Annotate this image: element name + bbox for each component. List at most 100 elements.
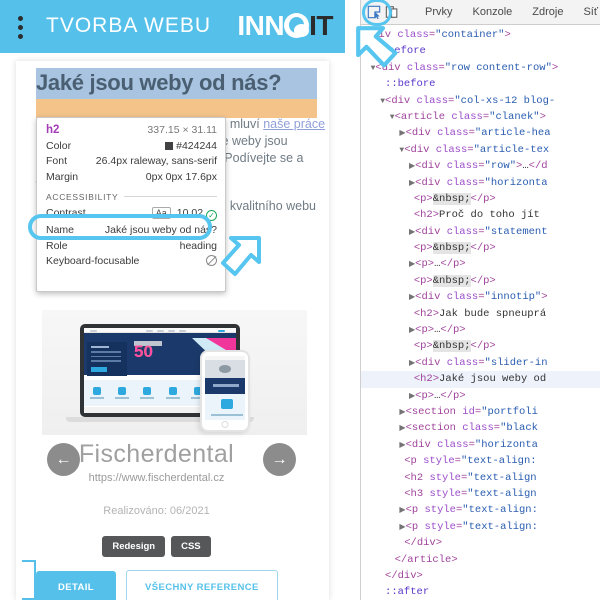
tree-twisty-icon[interactable]: ▼ bbox=[361, 146, 404, 155]
reference-tags: Redesign CSS bbox=[36, 536, 277, 557]
tree-twisty-icon[interactable]: ▶ bbox=[361, 228, 415, 237]
accessibility-label: ACCESSIBILITY bbox=[46, 191, 119, 202]
dom-tree-row[interactable]: ▼<div class="col-xs-12 blog- bbox=[361, 93, 600, 109]
dom-tree-row[interactable]: ▶<p>…</p> bbox=[361, 322, 600, 338]
tree-twisty-icon[interactable] bbox=[361, 211, 414, 220]
dom-tree-row[interactable]: ::before bbox=[361, 76, 600, 92]
all-references-button[interactable]: VŠECHNY REFERENCE bbox=[126, 570, 278, 600]
dom-tree-row[interactable]: <p>&nbsp;</p> bbox=[361, 240, 600, 256]
dom-tree-row[interactable]: ▶<section class="black bbox=[361, 420, 600, 436]
dom-tree-row[interactable]: <p style="text-align: bbox=[361, 453, 600, 469]
dom-tree-row[interactable]: ▶<div class="innotip"> bbox=[361, 289, 600, 305]
tooltip-tag-name: h2 bbox=[46, 124, 60, 136]
tree-twisty-icon[interactable] bbox=[361, 588, 385, 597]
tree-twisty-icon[interactable] bbox=[361, 539, 404, 548]
dom-tree-row[interactable]: <p>&nbsp;</p> bbox=[361, 273, 600, 289]
innoit-logo[interactable]: INN IT bbox=[237, 10, 333, 42]
tooltip-margin-value: 0px 0px 17.6px bbox=[145, 170, 217, 183]
dom-tree-row[interactable]: ▼<article class="clanek"> bbox=[361, 109, 600, 125]
dom-tree-row[interactable]: ▶<p style="text-align: bbox=[361, 519, 600, 535]
tree-twisty-icon[interactable] bbox=[361, 490, 404, 499]
logo-o-icon bbox=[284, 13, 310, 38]
tree-twisty-icon[interactable]: ▶ bbox=[361, 424, 405, 433]
reference-url[interactable]: https://www.fischerdental.cz bbox=[36, 472, 277, 484]
tree-twisty-icon[interactable]: ▶ bbox=[361, 392, 415, 401]
dom-tree-row[interactable]: ::before bbox=[361, 43, 600, 59]
tree-twisty-icon[interactable]: ▶ bbox=[361, 359, 415, 368]
tooltip-header-row: h2 337.15 × 31.11 bbox=[46, 124, 217, 136]
tree-twisty-icon[interactable] bbox=[361, 457, 404, 466]
tree-twisty-icon[interactable] bbox=[361, 80, 385, 89]
reference-title: Fischerdental bbox=[78, 440, 235, 468]
tree-twisty-icon[interactable]: ▶ bbox=[361, 162, 415, 171]
tree-twisty-icon[interactable]: ▶ bbox=[361, 441, 405, 450]
tooltip-focusable-row: Keyboard-focusable bbox=[46, 255, 217, 267]
dom-tree-row[interactable]: ::after bbox=[361, 584, 600, 600]
tree-twisty-icon[interactable] bbox=[361, 342, 414, 351]
dom-tree-row[interactable]: <p>&nbsp;</p> bbox=[361, 191, 600, 207]
dom-tree-row[interactable]: ▼<div class="container"> bbox=[361, 27, 600, 43]
dom-tree-row[interactable]: ▶<div class="horizonta bbox=[361, 175, 600, 191]
dom-tree-row[interactable]: ▶<div class="row">…</d bbox=[361, 158, 600, 174]
contrast-ratio: 10.02 bbox=[176, 206, 204, 219]
tree-twisty-icon[interactable]: ▶ bbox=[361, 179, 415, 188]
dom-tree-row[interactable]: ▶<div class="slider-in bbox=[361, 355, 600, 371]
dom-tree-row[interactable]: </div> bbox=[361, 568, 600, 584]
tree-twisty-icon[interactable]: ▶ bbox=[361, 129, 405, 138]
tree-twisty-icon[interactable] bbox=[361, 244, 414, 253]
tooltip-dimensions: 337.15 × 31.11 bbox=[147, 124, 217, 136]
dom-tree-row[interactable]: </article> bbox=[361, 552, 600, 568]
tree-twisty-icon[interactable]: ▶ bbox=[361, 293, 415, 302]
tree-twisty-icon[interactable] bbox=[361, 47, 375, 56]
logo-suffix: IT bbox=[309, 10, 333, 41]
dom-tree-row[interactable]: ▶<div class="statement bbox=[361, 224, 600, 240]
detail-button[interactable]: DETAIL bbox=[36, 571, 116, 600]
device-toolbar-icon[interactable] bbox=[385, 3, 399, 22]
tree-twisty-icon[interactable] bbox=[361, 375, 414, 384]
tree-twisty-icon[interactable]: ▶ bbox=[361, 326, 415, 335]
tree-twisty-icon[interactable]: ▼ bbox=[361, 113, 395, 122]
our-work-link[interactable]: naše práce bbox=[263, 117, 325, 131]
tree-twisty-icon[interactable] bbox=[361, 572, 385, 581]
tab-prvky[interactable]: Prvky bbox=[417, 0, 461, 25]
dom-tree-row[interactable]: ▶<section id="portfoli bbox=[361, 404, 600, 420]
dom-tree-row[interactable]: <h2 style="text-align bbox=[361, 470, 600, 486]
tree-twisty-icon[interactable]: ▼ bbox=[361, 64, 376, 73]
dom-tree-row[interactable]: ▶<p style="text-align: bbox=[361, 502, 600, 518]
dom-tree-row[interactable]: ▶<div class="horizonta bbox=[361, 437, 600, 453]
dom-tree-row[interactable]: <h2>Jaké jsou weby od bbox=[361, 371, 600, 388]
aa-badge: Aa bbox=[151, 206, 171, 219]
tree-twisty-icon[interactable]: ▶ bbox=[361, 506, 405, 515]
tree-twisty-icon[interactable]: ▶ bbox=[361, 408, 405, 417]
tab-konzole[interactable]: Konzole bbox=[465, 0, 521, 25]
dom-tree-row[interactable]: ▶<p>…</p> bbox=[361, 256, 600, 272]
tree-twisty-icon[interactable] bbox=[361, 195, 414, 204]
tab-sit[interactable]: Síť bbox=[575, 0, 600, 25]
dom-tree-row[interactable]: ▼<div class="article-tex bbox=[361, 142, 600, 158]
kebab-menu-icon[interactable] bbox=[18, 16, 23, 39]
dom-tree-row[interactable]: <p>&nbsp;</p> bbox=[361, 338, 600, 354]
tooltip-font-value: 26.4px raleway, sans-serif bbox=[95, 155, 217, 167]
tooltip-color-hex: #424244 bbox=[176, 139, 217, 152]
dom-tree-row[interactable]: </div> bbox=[361, 535, 600, 551]
dom-tree-row[interactable]: <h2>Proč do toho jít bbox=[361, 207, 600, 223]
tree-twisty-icon[interactable] bbox=[361, 277, 414, 286]
dom-tree-row[interactable]: ▶<div class="article-hea bbox=[361, 125, 600, 141]
dom-tree-row[interactable]: <h3 style="text-align bbox=[361, 486, 600, 502]
dom-tree-row[interactable]: ▶<p>…</p> bbox=[361, 388, 600, 404]
inspect-element-glyph bbox=[367, 5, 381, 19]
tree-twisty-icon[interactable]: ▶ bbox=[361, 523, 405, 532]
tree-twisty-icon[interactable]: ▼ bbox=[361, 97, 385, 106]
contrast-value-group: Aa 10.02 ✓ bbox=[151, 206, 217, 221]
tree-twisty-icon[interactable] bbox=[361, 474, 404, 483]
inspect-element-icon[interactable] bbox=[367, 3, 381, 22]
tree-twisty-icon[interactable] bbox=[361, 556, 395, 565]
devtools-toolbar: Prvky Konzole Zdroje Síť bbox=[361, 0, 600, 26]
dom-tree-row[interactable]: ▼<div class="row content-row"> bbox=[361, 60, 600, 76]
tree-twisty-icon[interactable]: ▶ bbox=[361, 260, 415, 269]
dom-tree-row[interactable]: <h2>Jak bude spneuprá bbox=[361, 306, 600, 322]
a11y-name-value: Jaké jsou weby od nás? bbox=[104, 224, 217, 236]
tree-twisty-icon[interactable] bbox=[361, 310, 414, 319]
dom-tree[interactable]: ▼<div class="container"> ::before ▼<div … bbox=[361, 25, 600, 600]
tab-zdroje[interactable]: Zdroje bbox=[524, 0, 571, 25]
